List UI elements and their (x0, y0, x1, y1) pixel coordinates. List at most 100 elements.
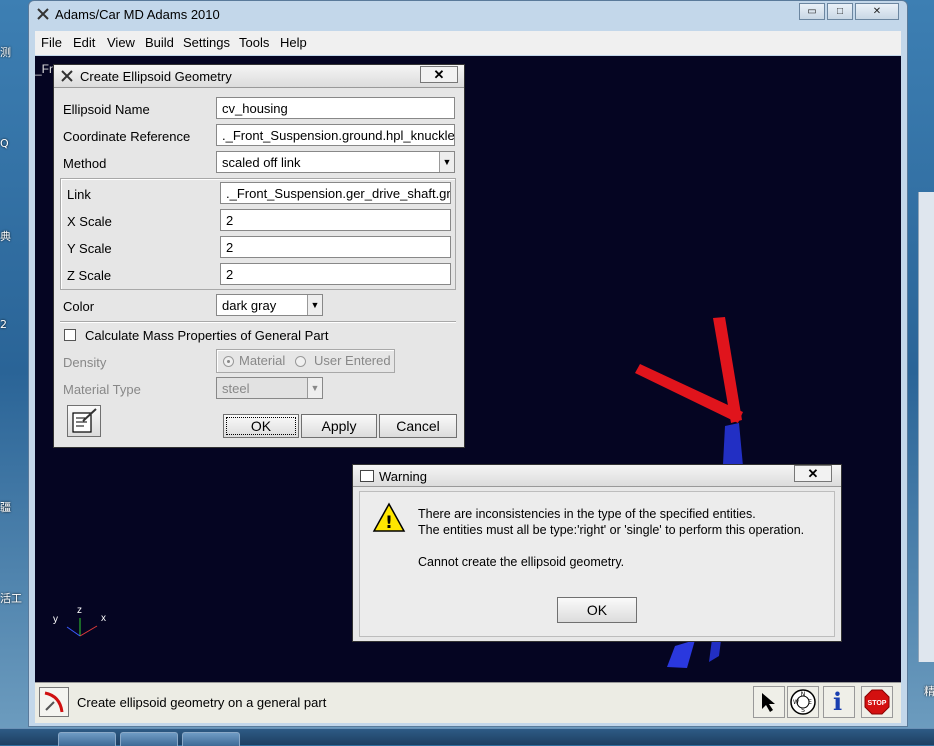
cancel-button[interactable]: Cancel (379, 414, 457, 438)
warning-dialog: Warning ✕ ! There are inconsistencies in… (352, 464, 842, 642)
adams-logo-icon (61, 70, 73, 82)
triad-x-axis (79, 625, 98, 637)
window-titlebar[interactable]: Adams/Car MD Adams 2010 ▭ □ ✕ (29, 1, 907, 29)
svg-text:N: N (801, 691, 806, 698)
svg-text:!: ! (385, 513, 393, 533)
maximize-button[interactable]: □ (827, 3, 853, 20)
select-arrow-icon (762, 693, 775, 712)
color-value: dark gray (222, 298, 277, 313)
triad-y-label: y (53, 614, 58, 625)
dialog-title: Create Ellipsoid Geometry (80, 69, 232, 84)
mass-properties-checkbox[interactable] (64, 329, 76, 341)
desktop-icon-label: 测 (0, 46, 11, 59)
z-scale-field[interactable]: 2 (220, 263, 451, 285)
svg-text:S: S (801, 707, 805, 714)
density-user-entered-label: User Entered (314, 353, 391, 368)
menu-settings[interactable]: Settings (183, 35, 230, 50)
menu-tools[interactable]: Tools (239, 35, 269, 50)
z-scale-label: Z Scale (67, 268, 112, 283)
material-type-label: Material Type (63, 382, 141, 397)
color-select[interactable]: dark gray ▼ (216, 294, 323, 316)
stop-button[interactable]: STOP (861, 686, 893, 718)
menu-edit[interactable]: Edit (73, 35, 95, 50)
warning-message-line-1: There are inconsistencies in the type of… (418, 507, 756, 521)
warning-close-button[interactable]: ✕ (794, 465, 832, 482)
minimize-button[interactable]: ▭ (799, 3, 825, 20)
close-button[interactable]: ✕ (855, 3, 899, 20)
material-type-value: steel (222, 381, 250, 396)
ellipsoid-name-label: Ellipsoid Name (63, 102, 150, 117)
method-label: Method (63, 156, 107, 171)
density-radio-group: Material User Entered (216, 349, 395, 373)
y-scale-field[interactable]: 2 (220, 236, 451, 258)
coordinate-reference-label: Coordinate Reference (63, 129, 191, 144)
triad-x-label: x (101, 613, 106, 624)
warning-message-line-3: Cannot create the ellipsoid geometry. (418, 555, 625, 569)
menu-file[interactable]: File (41, 35, 62, 50)
desktop-icon-label: 精 (924, 685, 934, 698)
warning-titlebar[interactable]: Warning ✕ (353, 465, 841, 487)
desktop-icon-label: 2 (0, 318, 7, 331)
x-scale-field[interactable]: 2 (220, 209, 451, 231)
desktop-icon-label: Q (0, 137, 9, 150)
density-material-radio[interactable] (223, 356, 234, 367)
status-bar: Create ellipsoid geometry on a general p… (35, 682, 901, 723)
info-icon: i (833, 687, 843, 716)
notepad-pencil-icon (72, 408, 97, 433)
desktop-icon-label: 典 (0, 230, 11, 243)
comments-button[interactable] (67, 405, 101, 437)
y-scale-label: Y Scale (67, 241, 112, 256)
select-tool-button[interactable] (753, 686, 785, 718)
view-orientation-button[interactable]: N W E S (787, 686, 819, 718)
triad-z-label: z (77, 605, 82, 616)
method-select[interactable]: scaled off link ▼ (216, 151, 455, 173)
warning-title: Warning (379, 469, 427, 484)
warning-body: ! There are inconsistencies in the type … (359, 491, 835, 637)
mass-properties-label: Calculate Mass Properties of General Par… (85, 328, 329, 343)
create-ellipsoid-dialog: Create Ellipsoid Geometry ✕ Ellipsoid Na… (53, 64, 465, 448)
svg-text:E: E (808, 699, 812, 706)
svg-text:W: W (793, 699, 799, 706)
status-message: Create ellipsoid geometry on a general p… (77, 695, 327, 710)
menubar: File Edit View Build Settings Tools Help (35, 31, 901, 55)
menu-view[interactable]: View (107, 35, 135, 50)
taskbar (0, 728, 934, 746)
chevron-down-icon: ▼ (307, 378, 322, 398)
divider (60, 321, 456, 323)
dialog-close-button[interactable]: ✕ (420, 66, 458, 83)
warning-message-line-2: The entities must all be type:'right' or… (418, 523, 805, 537)
density-label: Density (63, 355, 107, 370)
triad-y-axis (66, 626, 81, 637)
material-type-select[interactable]: steel ▼ (216, 377, 323, 399)
density-user-entered-radio[interactable] (295, 356, 306, 367)
adams-status-icon (39, 687, 69, 717)
chevron-down-icon: ▼ (439, 152, 454, 172)
warning-ok-button[interactable]: OK (557, 597, 637, 623)
svg-text:STOP: STOP (868, 700, 887, 707)
density-material-label: Material (239, 353, 286, 368)
link-label: Link (67, 187, 91, 202)
stop-icon: STOP (864, 689, 890, 715)
link-field[interactable]: ._Front_Suspension.ger_drive_shaft.gra (220, 182, 451, 204)
menu-help[interactable]: Help (280, 35, 307, 50)
info-button[interactable]: i (823, 686, 855, 718)
blue-link-end-shape (667, 640, 695, 668)
color-label: Color (63, 299, 95, 314)
menu-build[interactable]: Build (145, 35, 174, 50)
window-icon (360, 470, 374, 482)
coordinate-reference-field[interactable]: ._Front_Suspension.ground.hpl_knuckle (216, 124, 455, 146)
window-title: Adams/Car MD Adams 2010 (55, 7, 220, 22)
apply-button[interactable]: Apply (301, 414, 377, 438)
desktop-icon-label: 活工 (0, 592, 22, 605)
method-value: scaled off link (222, 155, 301, 170)
desktop-icon-label: 疆 (0, 501, 11, 514)
ok-button[interactable]: OK (223, 414, 299, 438)
background-window-edge (918, 192, 934, 662)
compass-view-icon: N W E S (790, 689, 816, 715)
dialog-titlebar[interactable]: Create Ellipsoid Geometry ✕ (54, 65, 464, 88)
adams-logo-icon (37, 8, 49, 20)
warning-triangle-icon: ! (372, 502, 406, 533)
ellipsoid-name-field[interactable]: cv_housing (216, 97, 455, 119)
chevron-down-icon: ▼ (307, 295, 322, 315)
x-scale-label: X Scale (67, 214, 112, 229)
